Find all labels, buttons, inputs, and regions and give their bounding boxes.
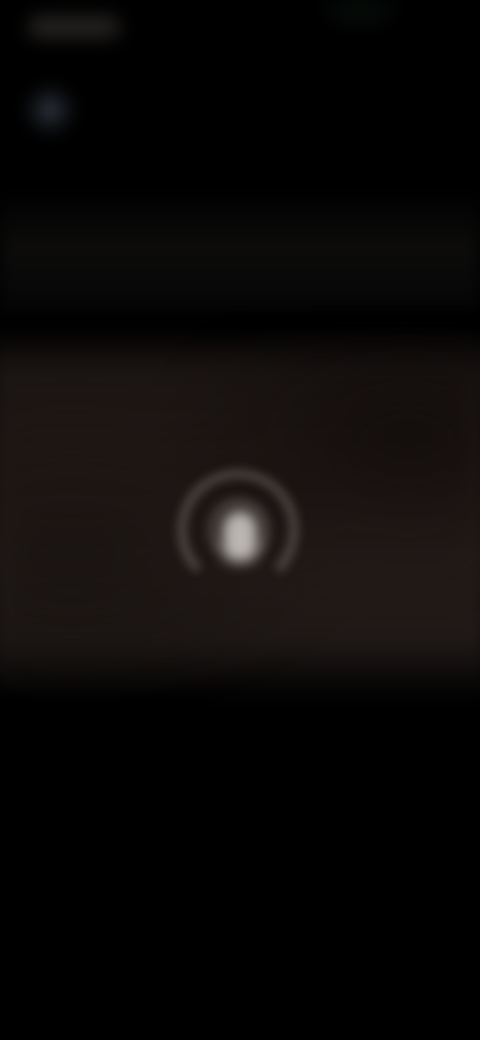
status-time-text	[28, 16, 29, 17]
status-bar	[0, 0, 480, 60]
app-screen	[0, 0, 480, 1040]
status-time	[28, 16, 120, 38]
back-icon	[18, 78, 19, 79]
back-button[interactable]	[18, 78, 82, 142]
signal-icon	[330, 2, 390, 20]
loading-spinner-icon	[170, 462, 310, 602]
spinner-core	[222, 510, 258, 562]
header-band	[0, 190, 480, 330]
